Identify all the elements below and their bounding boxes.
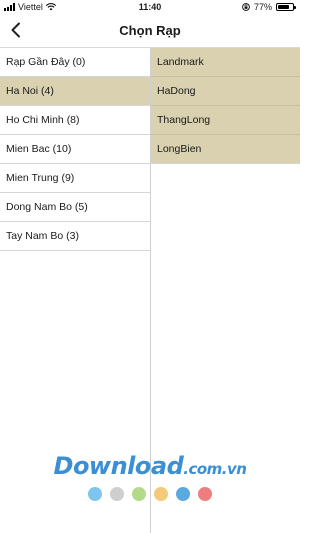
region-item[interactable]: Ho Chi Minh (8) <box>0 106 150 135</box>
region-item[interactable]: Mien Bac (10) <box>0 135 150 164</box>
region-list: Rạp Gần Đây (0) Ha Noi (4) Ho Chi Minh (8)… <box>0 48 150 251</box>
watermark-brand: Download <box>53 452 184 480</box>
cinema-item[interactable]: LongBien <box>151 135 300 164</box>
cinema-list: Landmark HaDong ThangLong LongBien <box>151 48 300 164</box>
watermark-dot <box>88 487 102 501</box>
rotation-lock-icon <box>242 3 250 11</box>
battery-percent: 77% <box>253 2 272 12</box>
watermark-dot <box>198 487 212 501</box>
region-item[interactable]: Dong Nam Bo (5) <box>0 193 150 222</box>
region-item-label: Dong Nam Bo (5) <box>6 201 88 213</box>
region-item[interactable]: Mien Trung (9) <box>0 164 150 193</box>
battery-fill <box>278 5 289 9</box>
region-item[interactable]: Ha Noi (4) <box>0 77 150 106</box>
cinema-item[interactable]: ThangLong <box>151 106 300 135</box>
watermark-dot <box>154 487 168 501</box>
region-item-label: Ho Chi Minh (8) <box>6 114 80 126</box>
cinema-item-label: HaDong <box>157 85 196 97</box>
status-bar: Viettel 11:40 77% <box>0 0 300 14</box>
cinema-item-label: Landmark <box>157 56 204 68</box>
page-title: Chọn Rạp <box>119 23 181 38</box>
watermark-dots <box>0 487 300 501</box>
region-item-label: Mien Bac (10) <box>6 143 72 155</box>
region-item-label: Ha Noi (4) <box>6 85 54 97</box>
cinema-item[interactable]: Landmark <box>151 48 300 77</box>
cinema-item-label: ThangLong <box>157 114 211 126</box>
watermark-domain: .com.vn <box>183 460 247 478</box>
cinema-item-label: LongBien <box>157 143 202 155</box>
nav-bar: Chọn Rạp <box>0 14 300 48</box>
watermark-dot <box>110 487 124 501</box>
watermark-dot <box>132 487 146 501</box>
watermark-logo: Download.com.vn <box>0 452 300 480</box>
region-item-label: Tay Nam Bo (3) <box>6 230 79 242</box>
watermark-dot <box>176 487 190 501</box>
region-item-label: Mien Trung (9) <box>6 172 75 184</box>
battery-icon <box>276 3 296 11</box>
region-item[interactable]: Tay Nam Bo (3) <box>0 222 150 251</box>
region-item[interactable]: Rạp Gần Đây (0) <box>0 48 150 77</box>
status-right: 77% <box>242 2 296 12</box>
region-item-label: Rạp Gần Đây (0) <box>6 56 86 68</box>
cinema-item[interactable]: HaDong <box>151 77 300 106</box>
